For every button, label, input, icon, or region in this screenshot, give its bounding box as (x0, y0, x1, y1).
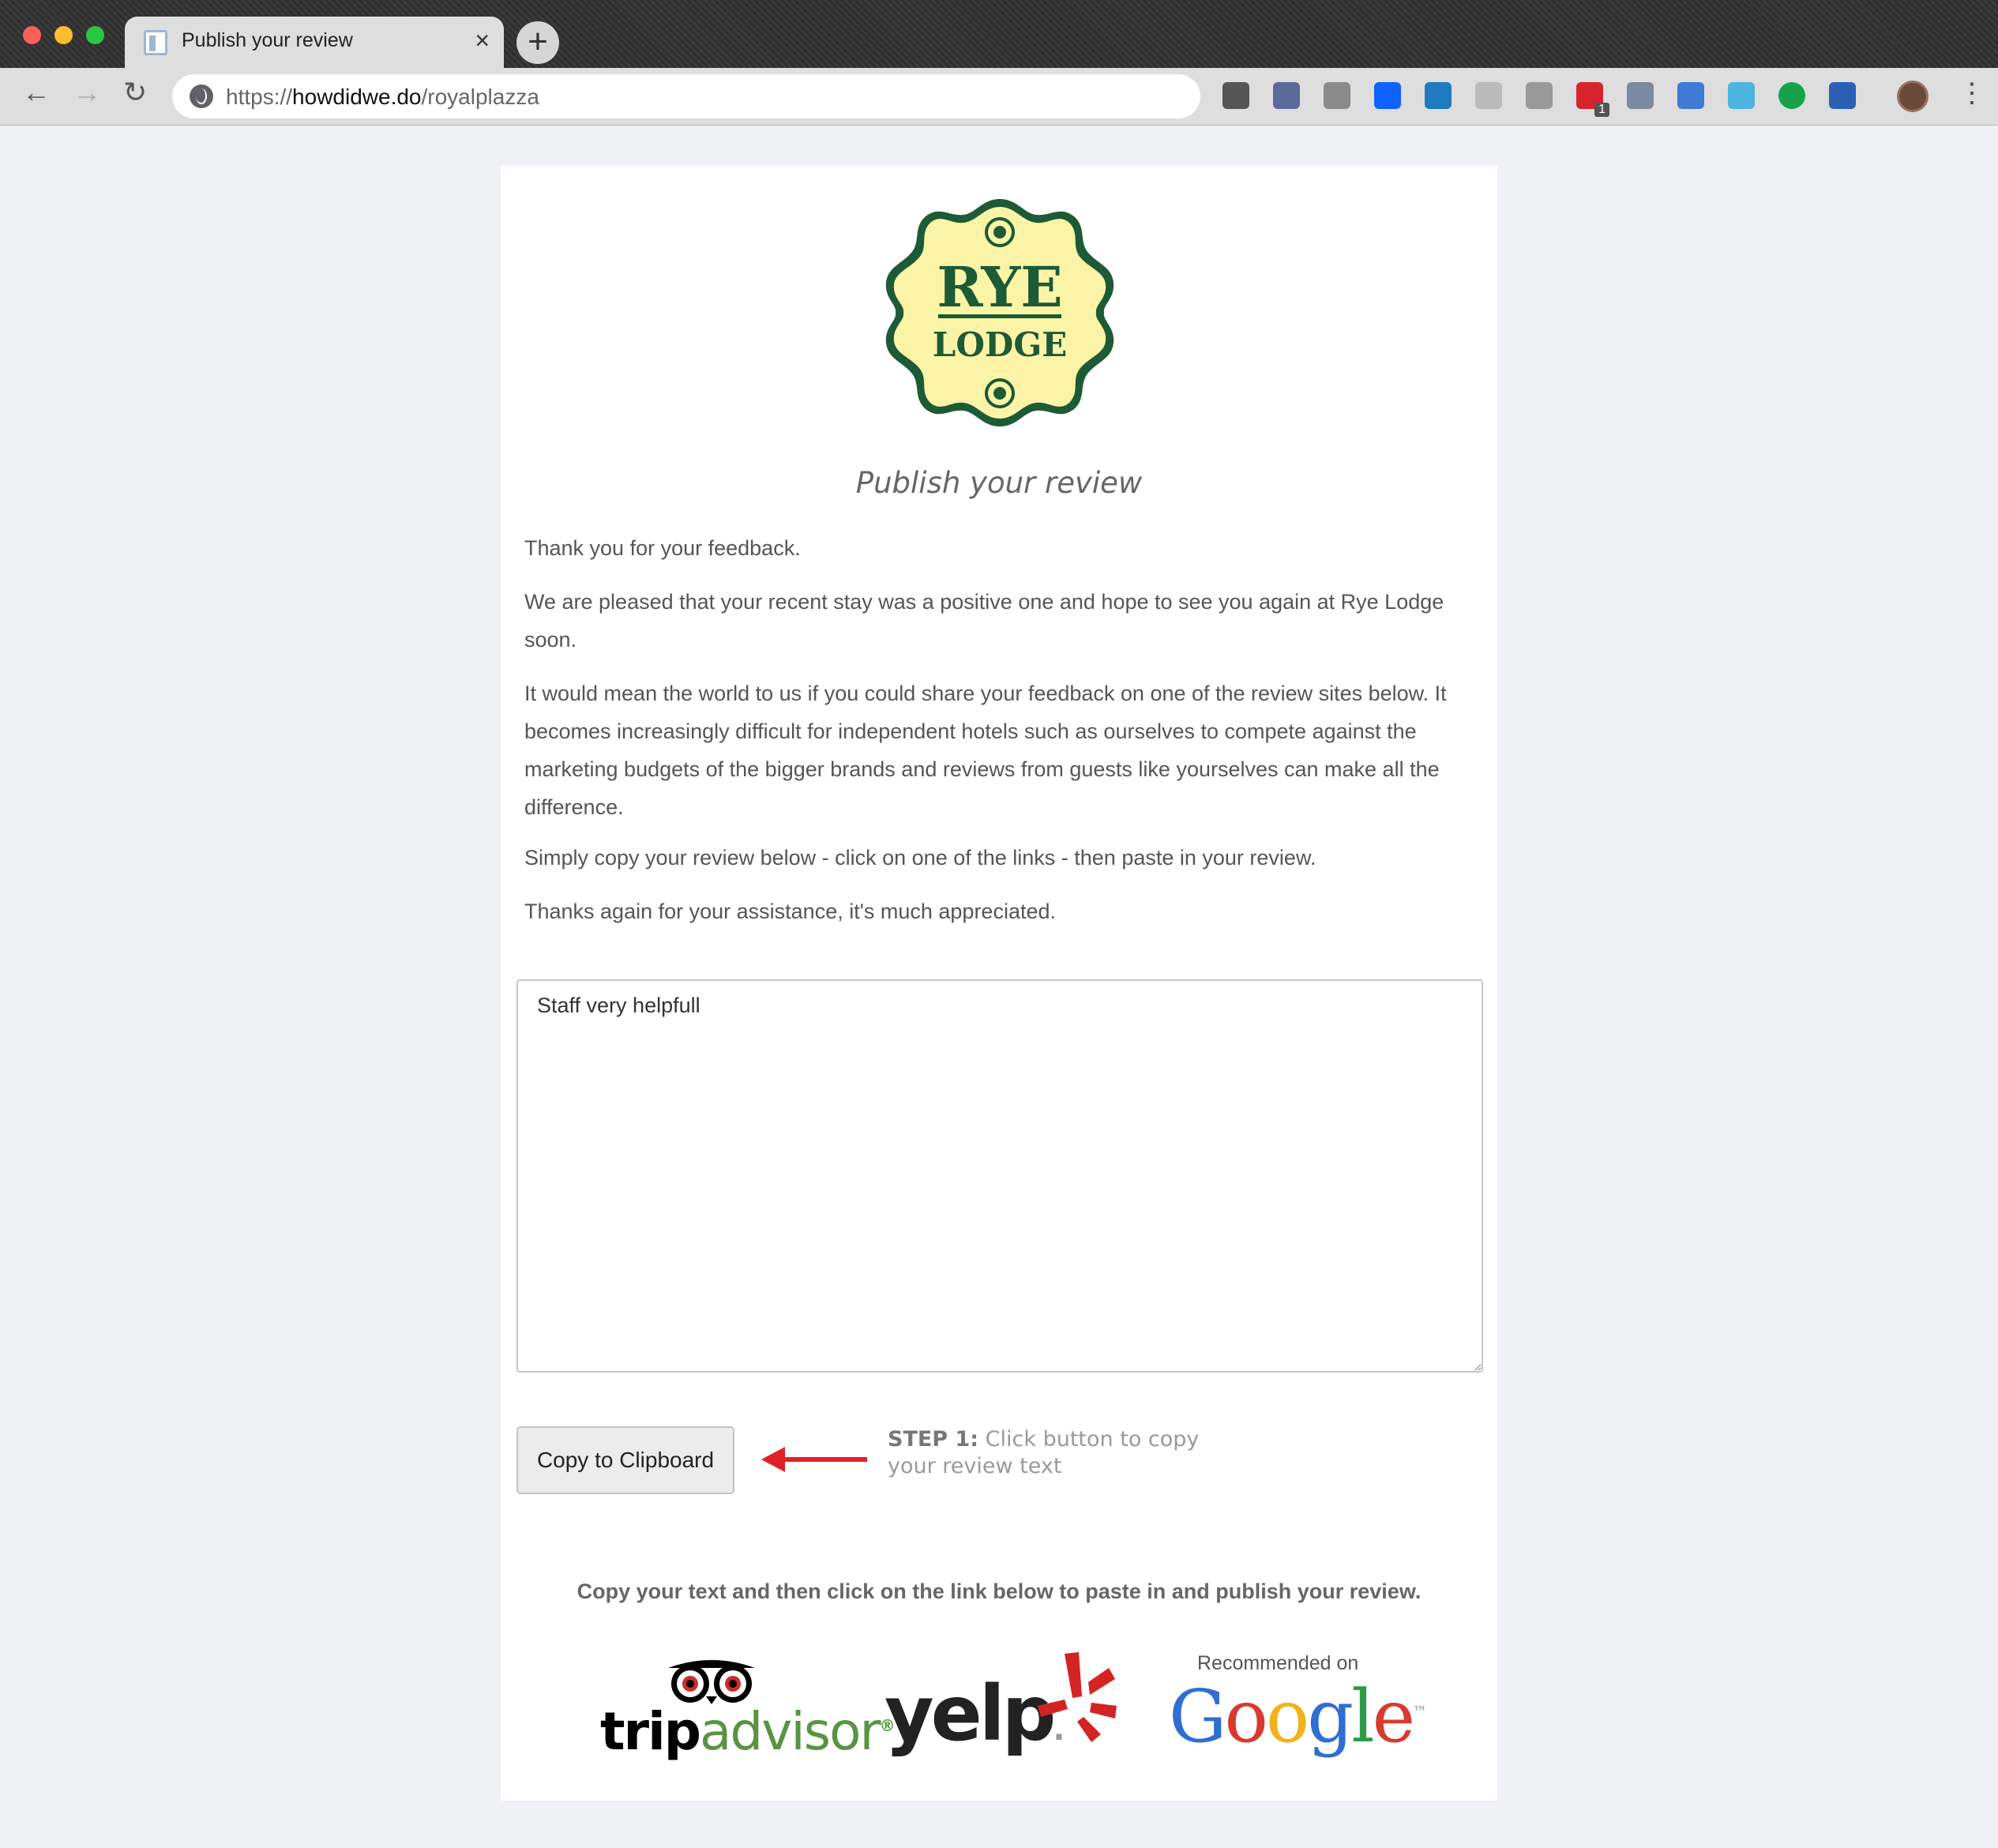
google-wordmark: Google™ (1169, 1674, 1427, 1759)
recommended-on-label: Recommended on (1197, 1652, 1359, 1674)
maximize-window-button[interactable] (86, 26, 104, 44)
reload-button[interactable]: ↻ (123, 76, 147, 109)
yelp-link[interactable]: yelp. (884, 1651, 1121, 1761)
tripadvisor-advisor: advisor (699, 1701, 881, 1762)
google-letter: o (1265, 1674, 1309, 1759)
url-scheme: https:// (226, 85, 293, 109)
grammarly-icon[interactable] (1778, 82, 1805, 109)
step-1-hint: STEP 1: Click button to copy your review… (888, 1426, 1219, 1480)
tripadvisor-wordmark: tripadvisor® (600, 1701, 896, 1762)
review-card: RYE LODGE Publish your review Thank you … (501, 166, 1497, 1801)
request-paragraph: It would mean the world to us if you cou… (524, 682, 1447, 819)
review-textarea[interactable]: Staff very helpfull (516, 979, 1483, 1373)
instructions-paragraph: Simply copy your review below - click on… (524, 846, 1316, 870)
publish-instruction: Copy your text and then click on the lin… (576, 1579, 1422, 1603)
dropbox-icon[interactable] (1374, 82, 1401, 109)
minimize-window-button[interactable] (54, 26, 73, 44)
red-arrow-icon (761, 1447, 867, 1472)
forward-button[interactable]: → (73, 76, 101, 109)
new-tab-button[interactable]: + (516, 21, 559, 64)
browser-toolbar: ← → ↻ https://howdidwe.do/royalplazza 1 … (0, 68, 1998, 126)
logo-line1: RYE (937, 254, 1062, 320)
google-letter: o (1224, 1674, 1268, 1759)
page-title: Publish your review (855, 466, 1143, 500)
google-letter: g (1307, 1674, 1354, 1759)
url-host: howdidwe.do (292, 85, 422, 109)
eyedropper-icon[interactable] (1273, 82, 1300, 109)
extension-badge: 1 (1594, 103, 1609, 117)
rye-lodge-logo: RYE LODGE (885, 199, 1114, 426)
browser-titlebar: Publish your review × + (0, 0, 1998, 69)
profile-avatar[interactable] (1897, 81, 1929, 112)
url-text[interactable]: https://howdidwe.do/royalplazza (226, 85, 539, 110)
arrow-ext-icon[interactable] (1475, 82, 1502, 109)
google-letter: G (1169, 1674, 1226, 1759)
browser-tab-active[interactable]: Publish your review × (125, 17, 504, 69)
sync-ext-icon[interactable] (1677, 82, 1704, 109)
back-button[interactable]: ← (22, 76, 51, 109)
code-ext-icon[interactable] (1627, 82, 1654, 109)
browser-menu-icon[interactable]: ⋮ (1959, 79, 1985, 107)
g-ext-icon[interactable] (1526, 82, 1553, 109)
google-tm: ™ (1413, 1703, 1428, 1721)
word-icon[interactable] (1829, 82, 1856, 109)
step-1-label: STEP 1: (888, 1427, 979, 1452)
tripadvisor-trip: trip (600, 1701, 701, 1762)
tab-title: Publish your review (182, 29, 353, 51)
google-link[interactable]: Recommended on Google™ (1169, 1651, 1427, 1761)
tab-close-icon[interactable]: × (475, 26, 490, 55)
google-letter: l (1351, 1674, 1374, 1759)
yelp-word: yelp (884, 1670, 1056, 1758)
close-window-button[interactable] (23, 26, 41, 44)
zero-icon[interactable] (1324, 82, 1350, 109)
address-bar[interactable]: https://howdidwe.do/royalplazza (172, 74, 1200, 118)
tripadvisor-owl-icon (668, 1660, 755, 1704)
yelp-burst-icon (1038, 1652, 1117, 1742)
thanks-again-paragraph: Thanks again for your assistance, it's m… (524, 900, 1056, 923)
logo-line2: LODGE (933, 325, 1067, 364)
site-info-globe-icon[interactable] (190, 85, 213, 108)
google-letter: e (1372, 1674, 1415, 1759)
todo-ext-icon[interactable]: 1 (1576, 82, 1609, 117)
compass-icon[interactable] (1425, 82, 1452, 109)
bird-ext-icon[interactable] (1728, 82, 1755, 109)
copy-to-clipboard-button[interactable]: Copy to Clipboard (516, 1426, 734, 1494)
pleased-paragraph: We are pleased that your recent stay was… (524, 590, 1444, 652)
url-path: /royalplazza (421, 85, 539, 109)
thanks-paragraph: Thank you for your feedback. (524, 536, 801, 560)
pocket-icon[interactable] (1222, 82, 1249, 109)
tripadvisor-link[interactable]: tripadvisor® (600, 1651, 896, 1762)
page-favicon-icon (144, 30, 167, 55)
